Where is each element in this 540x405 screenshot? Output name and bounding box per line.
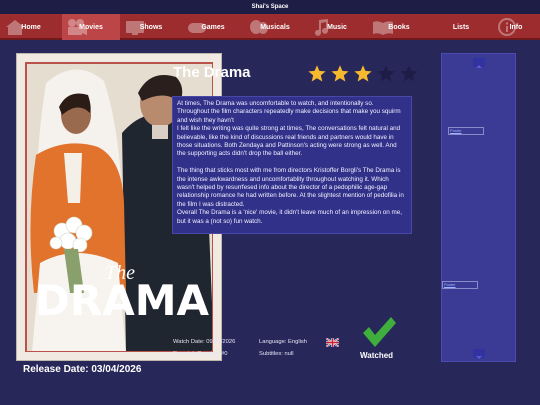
star-icon-5[interactable] — [399, 64, 419, 84]
nav-movies[interactable]: Movies — [62, 14, 120, 40]
arrow-up-icon — [476, 65, 482, 68]
nav-lists-label: Lists — [452, 23, 470, 31]
nav-games[interactable]: Games — [182, 14, 244, 40]
nav-lists[interactable]: Lists — [430, 14, 492, 40]
star-icon-2[interactable] — [330, 64, 350, 84]
nav-home[interactable]: Home — [0, 14, 62, 40]
poster-sidebar: Poster Poster — [441, 53, 516, 362]
nav-shows-label: Shows — [139, 23, 163, 31]
sidebar-image-1[interactable]: Poster — [448, 127, 484, 135]
language: Language: English — [259, 339, 308, 345]
nav-shows[interactable]: Shows — [120, 14, 182, 40]
watched-status: Watched — [360, 351, 394, 360]
nav-musicals[interactable]: Musicals — [244, 14, 306, 40]
review-box: At times, The Drama was uncomfortable to… — [172, 96, 412, 234]
sidebar-image-2[interactable]: Poster — [442, 281, 478, 289]
poster-title-big: DRAMA — [35, 276, 210, 325]
scroll-up-button[interactable] — [473, 58, 485, 68]
window-title: Shai's Space — [0, 0, 540, 14]
star-icon-3[interactable] — [353, 64, 373, 84]
nav-musicals-label: Musicals — [260, 23, 290, 31]
arrow-down-icon — [476, 356, 482, 359]
scroll-down-button[interactable] — [473, 349, 485, 359]
release-date: Release Date: 03/04/2026 — [23, 364, 142, 375]
uk-flag-icon — [326, 338, 339, 347]
review-text: At times, The Drama was uncomfortable to… — [177, 100, 404, 225]
watch-date: Watch Date: 09/07/2026 — [173, 339, 236, 345]
nav-books[interactable]: Books — [368, 14, 430, 40]
nav-info[interactable]: Info — [492, 14, 540, 40]
nav-movies-label: Movies — [79, 23, 103, 31]
main-nav: Home Movies Shows Games Musicals Music B… — [0, 14, 540, 40]
nav-music-label: Music — [327, 23, 347, 31]
nav-info-label: Info — [509, 23, 523, 31]
rewatch-counter: Rewatch Counter: #0 — [173, 351, 228, 357]
movie-title: The Drama — [173, 64, 251, 81]
star-rating[interactable] — [307, 64, 419, 84]
nav-music[interactable]: Music — [306, 14, 368, 40]
star-icon-1[interactable] — [307, 64, 327, 84]
star-icon-4[interactable] — [376, 64, 396, 84]
subtitles: Subtitles: null — [259, 351, 294, 357]
nav-home-label: Home — [21, 23, 41, 31]
checkmark-icon[interactable] — [361, 315, 397, 349]
nav-games-label: Games — [201, 23, 225, 31]
nav-books-label: Books — [388, 23, 410, 31]
